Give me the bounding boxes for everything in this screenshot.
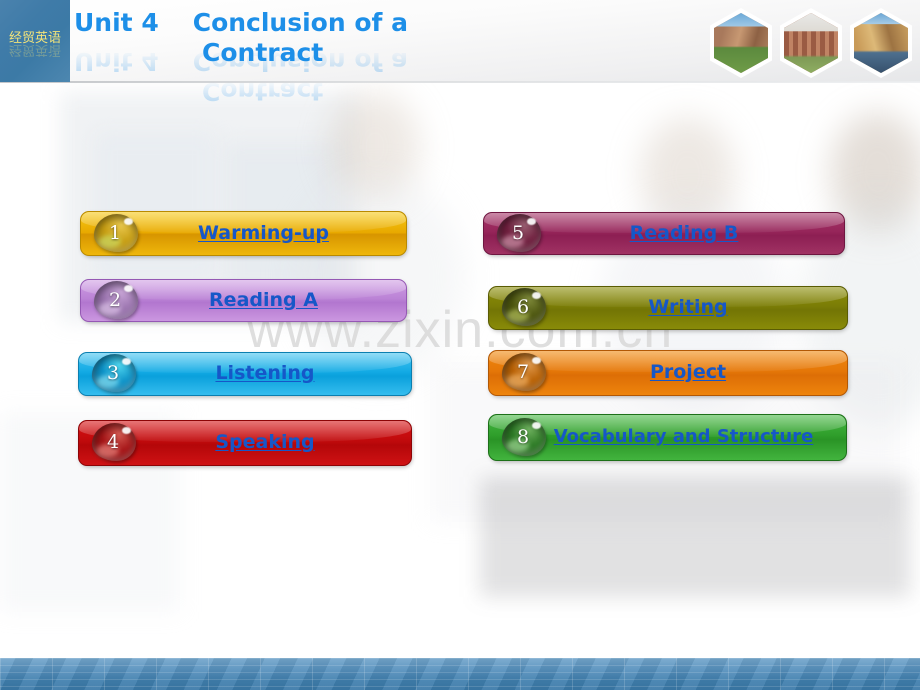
hex-photo-group (710, 6, 912, 78)
menu-button-bubble: 3 (92, 354, 136, 392)
menu-button-bubble: 7 (502, 353, 546, 391)
brand-label-reflection: 经贸英语 (8, 42, 61, 57)
menu-button-number: 6 (516, 296, 530, 318)
menu-button-number: 8 (516, 425, 530, 448)
menu-button-reading-a[interactable]: Reading A 2 (80, 279, 407, 322)
slide-root: 经贸英语 经贸英语 Unit 4 Conclusion of a Contract… (0, 0, 920, 690)
brand-box: 经贸英语 经贸英语 (0, 0, 70, 82)
hex-photo-cathedral-ruins (710, 8, 772, 78)
menu-button-number: 7 (516, 361, 530, 383)
title-reflection-2: Contract (202, 77, 324, 106)
slide-title: Unit 4 Conclusion of a Contract Unit 4 Con… (74, 8, 654, 106)
menu-button-writing[interactable]: Writing 6 (488, 286, 848, 330)
menu-button-bubble: 4 (92, 423, 136, 461)
menu-button-reading-b[interactable]: Reading B 5 (483, 212, 845, 255)
menu-button-number: 3 (106, 362, 120, 384)
menu-button-number: 2 (108, 288, 122, 311)
title-text-1: Conclusion of a (192, 8, 408, 37)
menu-button-project[interactable]: Project 7 (488, 350, 848, 396)
title-line-1: Unit 4 Conclusion of a (74, 8, 654, 38)
hex-photo-abbey-autumn (850, 8, 912, 78)
menu-button-warming-up[interactable]: Warming-up 1 (80, 211, 407, 256)
menu-button-vocabulary-and-structure[interactable]: Vocabulary and Structure 8 (488, 414, 847, 461)
menu-button-number: 1 (108, 221, 122, 244)
unit-number: Unit 4 (74, 8, 159, 37)
title-reflection-1: Unit 4 Conclusion of a (74, 47, 408, 76)
menu-button-bubble: 5 (497, 213, 541, 252)
menu-button-bubble: 6 (502, 288, 546, 326)
menu-button-bubble: 2 (94, 280, 138, 319)
menu-button-number: 4 (106, 431, 120, 453)
menu-button-speaking[interactable]: Speaking 4 (78, 420, 412, 466)
menu-button-bubble: 1 (94, 213, 138, 252)
menu-button-bubble: 8 (502, 417, 546, 456)
hex-photo-brick-building (780, 8, 842, 78)
menu-button-listening[interactable]: Listening 3 (78, 352, 412, 396)
bottom-bar (0, 658, 920, 690)
menu-button-number: 5 (511, 221, 525, 244)
